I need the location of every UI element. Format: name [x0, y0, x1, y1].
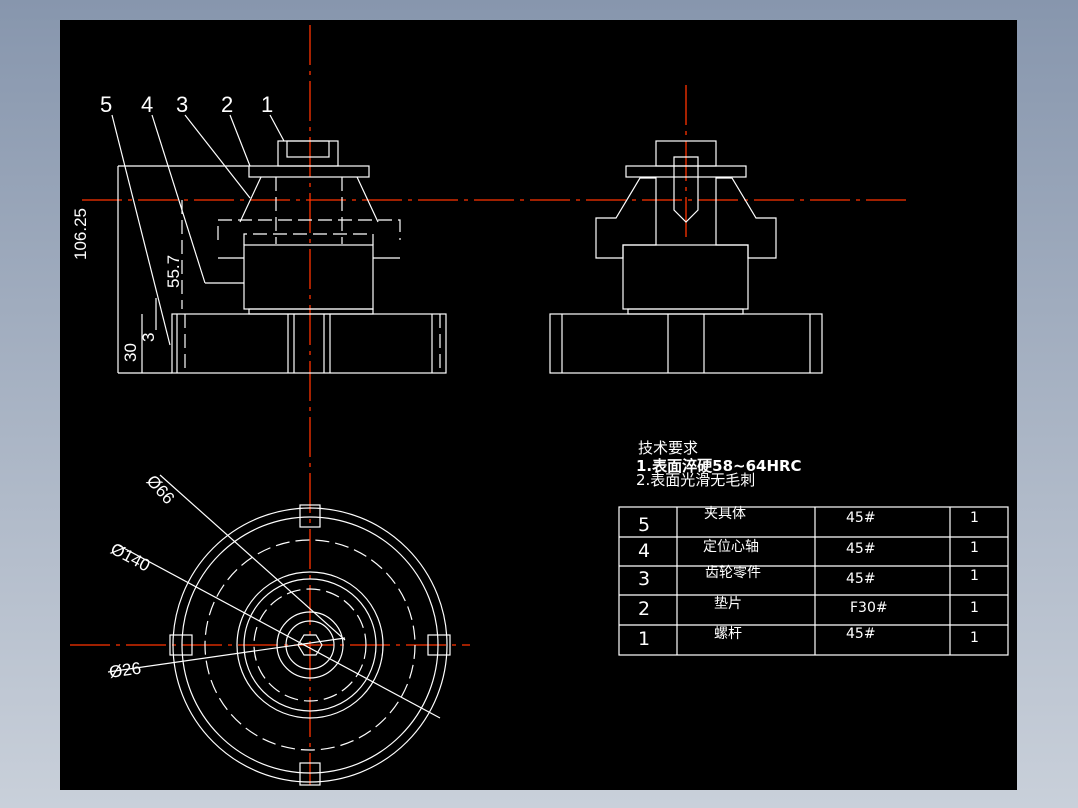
parts-table-grid	[618, 506, 1009, 656]
table-cell-material: 45#	[846, 510, 876, 526]
table-cell-name: 螺杆	[714, 626, 742, 642]
table-cell-qty: 1	[970, 510, 979, 526]
dimension-base-height: 30	[121, 343, 140, 362]
part-label: 5	[100, 92, 113, 117]
table-cell-name: 夹具体	[704, 506, 746, 522]
table-cell-qty: 1	[970, 600, 979, 616]
table-cell-material: 45#	[846, 626, 876, 642]
table-cell-qty: 1	[970, 540, 979, 556]
dimension-gear-height: 55.7	[164, 254, 183, 288]
table-cell-material: F30#	[850, 600, 888, 616]
dimension-d26: Ø26	[107, 658, 143, 682]
top-view	[107, 474, 451, 786]
centerlines	[70, 25, 910, 785]
table-cell-no: 3	[638, 568, 651, 590]
dimension-plate-thickness: 3	[139, 332, 158, 342]
table-cell-qty: 1	[970, 630, 979, 646]
cad-drawing	[70, 25, 1009, 786]
table-cell-no: 2	[638, 598, 651, 620]
table-cell-qty: 1	[970, 568, 979, 584]
part-label: 1	[261, 92, 274, 117]
part-label: 3	[176, 92, 189, 117]
table-cell-no: 5	[638, 514, 651, 536]
table-cell-no: 1	[638, 628, 651, 650]
table-cell-material: 45#	[846, 541, 876, 557]
dimension-overall-height: 106.25	[71, 208, 90, 260]
table-cell-name: 定位心轴	[703, 539, 759, 555]
table-cell-no: 4	[638, 540, 651, 562]
table-cell-material: 45#	[846, 571, 876, 587]
part-label: 2	[221, 92, 234, 117]
table-cell-name: 齿轮零件	[705, 565, 761, 581]
part-label: 4	[141, 92, 154, 117]
notes-title: 技术要求	[638, 439, 699, 457]
drawing-canvas: 5 4 3 2 1 106.25 55.7 30 3 Ø66 Ø140 Ø26 …	[60, 20, 1017, 790]
table-cell-name: 垫片	[714, 596, 742, 612]
front-view	[111, 114, 447, 374]
note-item: 2.表面光滑无毛刺	[636, 471, 756, 489]
